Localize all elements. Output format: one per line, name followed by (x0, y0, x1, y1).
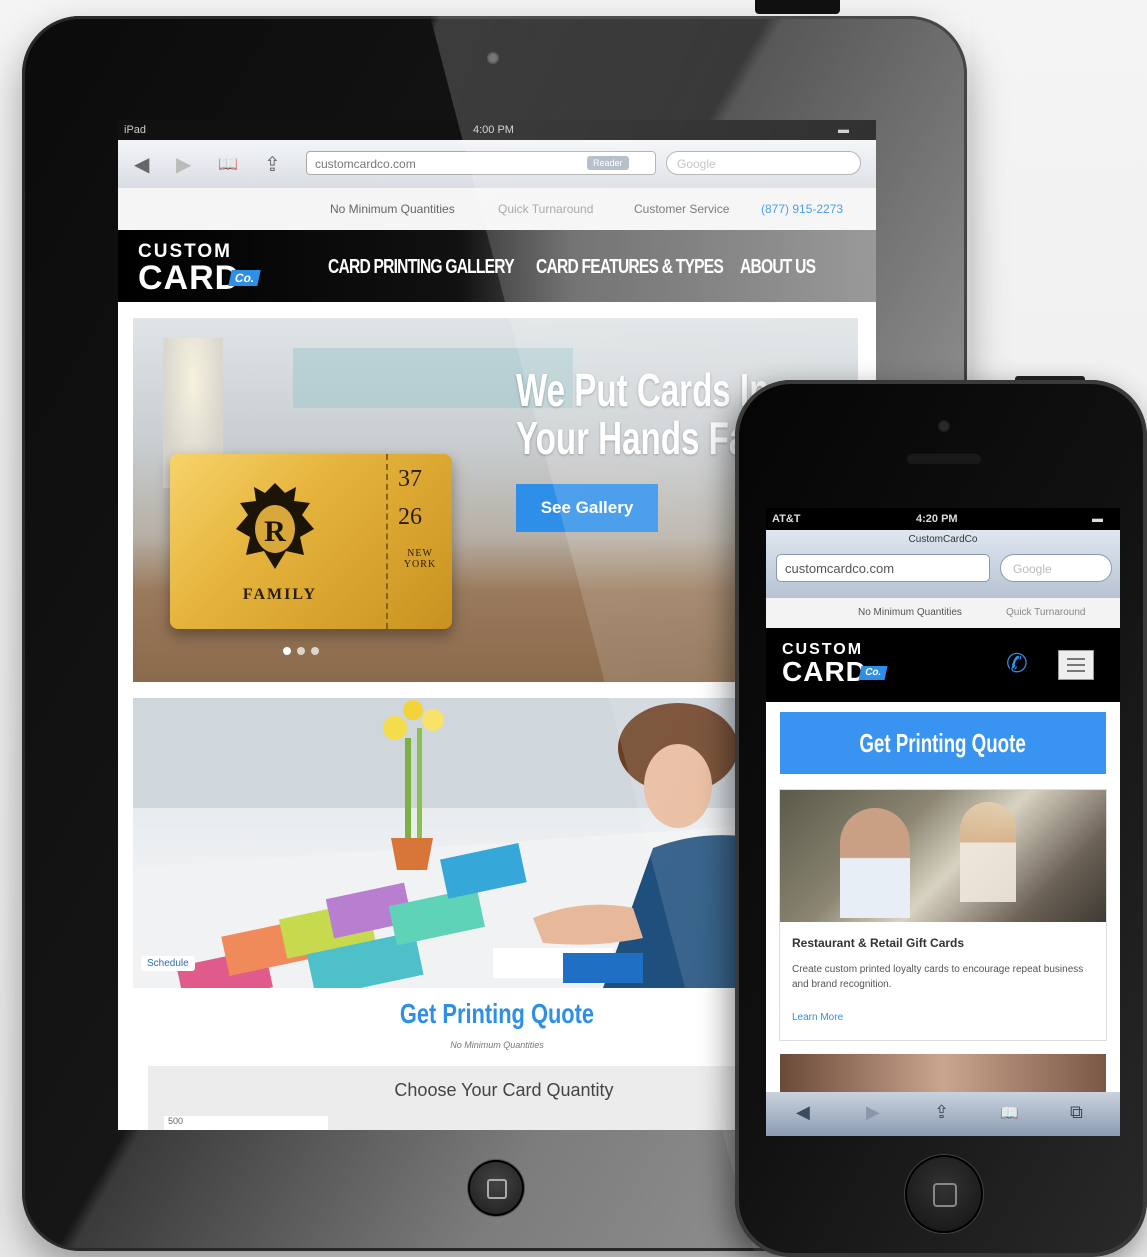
card-description: Create custom printed loyalty cards to e… (792, 964, 1084, 990)
restaurant-photo (780, 790, 1106, 922)
mobile-browser-bar: CustomCardCo customcardco.com Google (766, 530, 1120, 598)
card-family-text: FAMILY (242, 586, 318, 603)
mobile-browser-toolbar: ◀ ▶ ⇪ 📖 ⧉ (766, 1092, 1120, 1136)
turnaround-text: Quick Turnaround (1006, 607, 1086, 618)
logo-line2: CARD (782, 656, 867, 687)
ipad-status-bar: iPad 4:00 PM ▬ (118, 120, 876, 140)
carousel-dots[interactable] (283, 642, 325, 660)
page-title: CustomCardCo (908, 534, 978, 545)
site-navigation: CUSTOM CARD Co. CARD PRINTING GALLERY CA… (118, 230, 876, 302)
share-icon[interactable]: ⇪ (934, 1102, 949, 1123)
card-stub: 37 26 NEW YORK (386, 454, 452, 629)
no-minimum-text: No Minimum Quantities (330, 202, 455, 216)
url-field[interactable]: customcardco.com (776, 554, 990, 582)
quantity-select[interactable]: 500 (164, 1116, 328, 1130)
next-card-preview (780, 1054, 1106, 1094)
turnaround-text: Quick Turnaround (498, 202, 594, 216)
bookmarks-icon[interactable]: 📖 (218, 154, 238, 174)
get-quote-button[interactable]: Get Printing Quote (780, 712, 1106, 774)
logo-suffix: Co. (858, 666, 888, 680)
nav-card-printing-gallery[interactable]: CARD PRINTING GALLERY (328, 256, 515, 279)
card-stub-text: NEW YORK (403, 548, 437, 570)
ipad-camera (487, 52, 499, 64)
carousel-dot[interactable] (297, 647, 305, 655)
phone-icon[interactable]: ✆ (1006, 648, 1028, 679)
ipad-home-button[interactable] (468, 1160, 524, 1216)
feature-card[interactable]: Restaurant & Retail Gift Cards Create cu… (780, 790, 1106, 1040)
hamburger-menu-icon[interactable] (1058, 650, 1094, 680)
man-figure (840, 808, 910, 918)
card-number-2: 26 (398, 504, 422, 530)
iphone-speaker (906, 452, 982, 464)
device-edge (755, 0, 840, 14)
iphone-camera (938, 420, 950, 432)
search-field[interactable]: Google (1000, 554, 1112, 582)
url-text: customcardco.com (315, 157, 416, 171)
get-quote-label: Get Printing Quote (859, 728, 1027, 758)
gold-card-image: R FAMILY 37 26 NEW YORK (170, 454, 452, 629)
card-number-1: 37 (398, 466, 422, 492)
battery-icon: ▬ (838, 124, 849, 136)
clock: 4:20 PM (916, 513, 958, 525)
battery-icon: ▬ (1092, 513, 1103, 525)
hero-title-line1: We Put Cards In (516, 364, 770, 416)
browser-toolbar: ◀ ▶ 📖 ⇪ customcardco.com Reader Google (118, 140, 876, 189)
no-minimum-text: No Minimum Quantities (858, 607, 962, 618)
back-icon[interactable]: ◀ (134, 152, 149, 177)
carousel-dot[interactable] (311, 647, 319, 655)
service-label: Customer Service (634, 202, 730, 216)
site-top-info: No Minimum Quantities Quick Turnaround (766, 598, 1120, 628)
url-field[interactable]: customcardco.com Reader (306, 151, 656, 175)
forward-icon[interactable]: ▶ (866, 1102, 880, 1123)
iphone-home-button[interactable] (905, 1155, 983, 1233)
clock: 4:00 PM (473, 124, 514, 136)
crest-icon: R (236, 483, 314, 569)
bookmarks-icon[interactable]: 📖 (1000, 1104, 1019, 1122)
nav-card-features-types[interactable]: CARD FEATURES & TYPES (536, 256, 724, 279)
quote-title: Get Printing Quote (399, 998, 595, 1029)
carrier-label: AT&T (772, 513, 801, 525)
iphone-status-bar: AT&T 4:20 PM ▬ (766, 508, 1120, 530)
phone-link[interactable]: (877) 915-2273 (761, 202, 843, 216)
logo-suffix: Co. (228, 270, 262, 286)
learn-more-link[interactable]: Learn More (792, 1012, 843, 1023)
carrier-label: iPad (124, 124, 147, 136)
search-field[interactable]: Google (666, 151, 861, 175)
forward-icon[interactable]: ▶ (176, 152, 191, 177)
reader-button[interactable]: Reader (587, 156, 629, 170)
mobile-site-header: CUSTOM CARD Co. ✆ (766, 628, 1120, 702)
site-top-info: No Minimum Quantities Quick Turnaround C… (118, 188, 876, 230)
svg-text:R: R (264, 515, 286, 548)
nav-about-us[interactable]: ABOUT US (740, 256, 816, 279)
schedule-badge[interactable]: Schedule (141, 956, 195, 971)
see-gallery-button[interactable]: See Gallery (516, 484, 658, 532)
logo-line2: CARD (138, 259, 241, 297)
site-logo[interactable]: CUSTOM CARD Co. (138, 242, 262, 297)
back-icon[interactable]: ◀ (796, 1102, 810, 1123)
carousel-dot[interactable] (283, 647, 291, 655)
card-title: Restaurant & Retail Gift Cards (792, 936, 965, 950)
site-logo[interactable]: CUSTOM CARD Co. (782, 642, 888, 687)
iphone-screen: AT&T 4:20 PM ▬ CustomCardCo customcardco… (766, 508, 1120, 1136)
share-icon[interactable]: ⇪ (264, 152, 281, 177)
woman-figure (960, 802, 1016, 902)
tabs-icon[interactable]: ⧉ (1070, 1102, 1083, 1123)
